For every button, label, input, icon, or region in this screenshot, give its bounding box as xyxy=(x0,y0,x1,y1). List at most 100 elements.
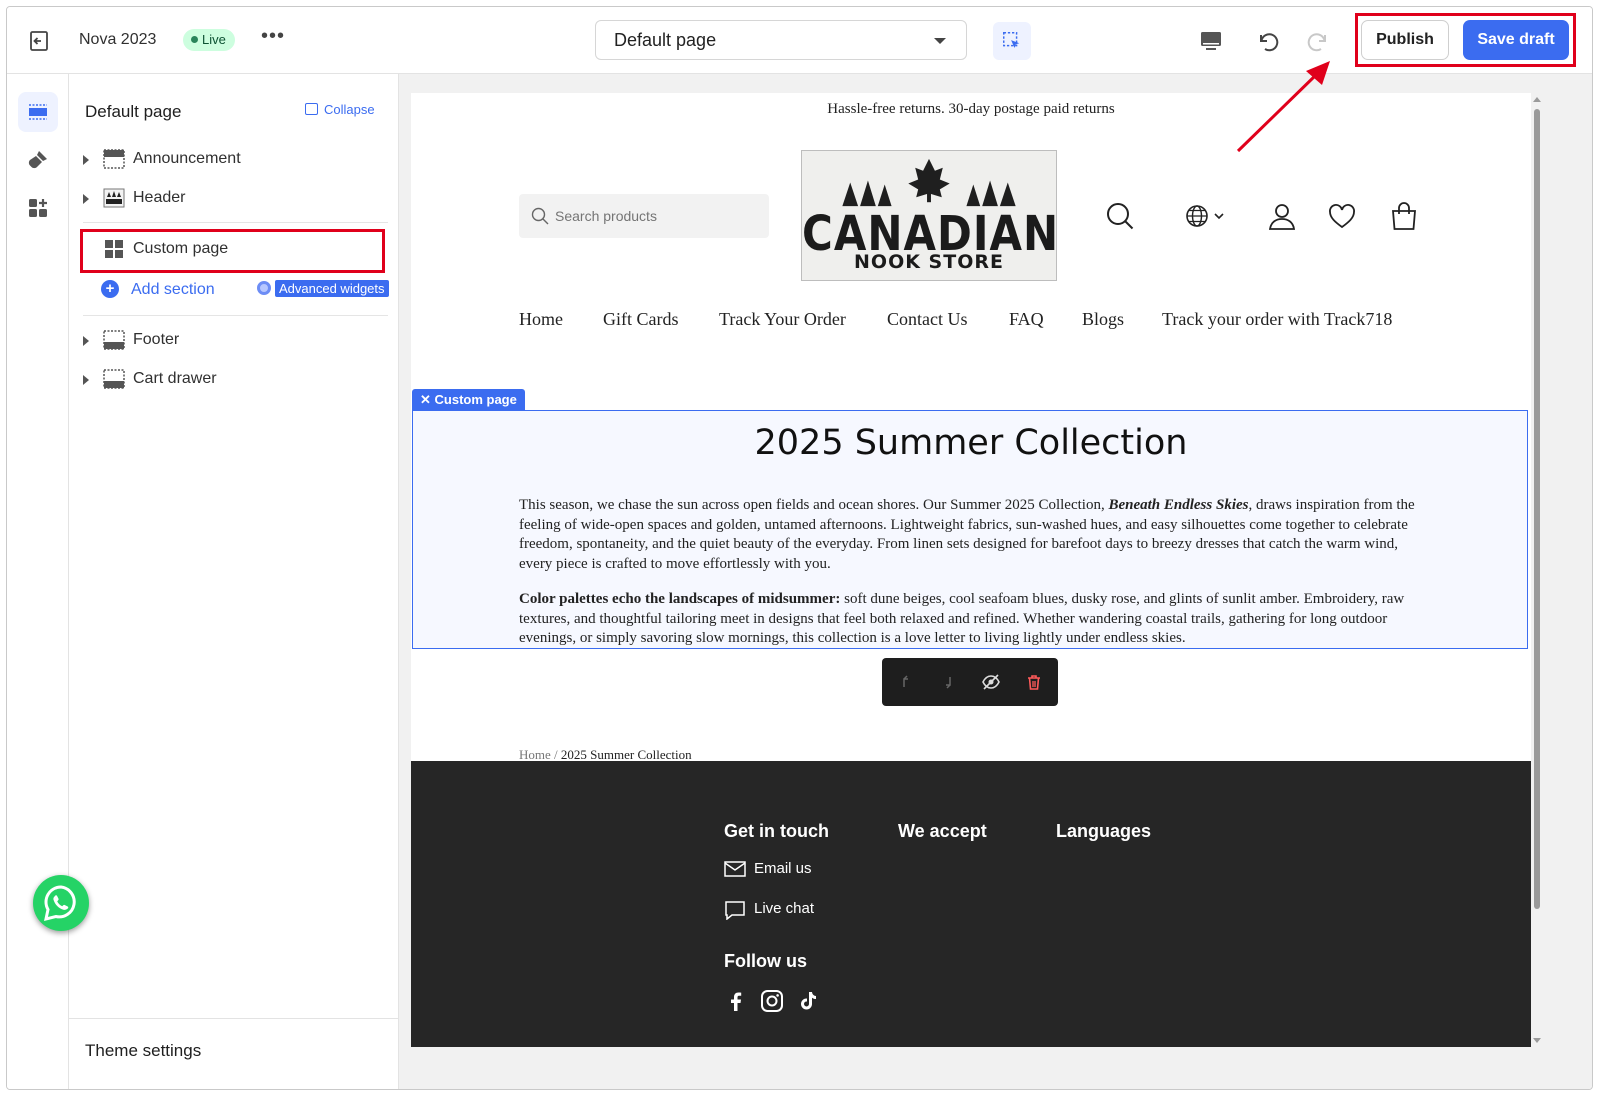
facebook-icon[interactable] xyxy=(724,989,748,1013)
emphasis-text: Beneath Endless Skies xyxy=(1108,497,1249,513)
radio-icon xyxy=(257,281,271,295)
footer-heading-contact: Get in touch xyxy=(724,821,829,841)
theme-style-tab[interactable] xyxy=(18,140,58,180)
hide-eye-icon[interactable] xyxy=(981,672,1001,692)
sections-tab[interactable] xyxy=(18,92,58,132)
breadcrumb-current: 2025 Summer Collection xyxy=(560,747,692,762)
sidebar-item-label: Header xyxy=(133,189,186,206)
section-tag-label: Custom page xyxy=(434,392,517,407)
page-selector[interactable]: Default page xyxy=(595,20,967,60)
sections-sidebar: Default page Collapse Announcement Heade… xyxy=(69,74,399,1089)
advanced-widgets-label: Advanced widgets xyxy=(275,280,389,297)
section-toolbar xyxy=(882,658,1058,706)
instagram-icon[interactable] xyxy=(760,989,784,1013)
section-icon xyxy=(103,149,125,169)
sidebar-item-header[interactable]: Header xyxy=(83,180,388,216)
more-actions-button[interactable]: ••• xyxy=(261,25,285,48)
theme-settings-row[interactable]: Theme settings xyxy=(69,1018,399,1089)
sidebar-item-footer[interactable]: Footer xyxy=(83,322,388,358)
page-title: 2025 Summer Collection xyxy=(754,423,1188,463)
footer-link-chat[interactable]: Live chat xyxy=(725,900,815,920)
breadcrumb-home[interactable]: Home xyxy=(519,747,551,762)
chevron-right-icon[interactable] xyxy=(83,375,89,385)
whatsapp-chat-button[interactable] xyxy=(33,875,89,931)
live-dot-icon xyxy=(191,36,198,43)
nav-link-contact[interactable]: Contact Us xyxy=(887,309,968,330)
store-logo[interactable]: CANADIAN NOOK STORE xyxy=(801,150,1058,281)
inspector-toggle[interactable] xyxy=(993,22,1031,60)
search-bar[interactable] xyxy=(519,194,769,238)
cart-bag-icon[interactable] xyxy=(1389,201,1419,231)
footer-heading-payments: We accept xyxy=(898,821,987,841)
plus-circle-icon: + xyxy=(101,280,119,298)
footer-heading-follow: Follow us xyxy=(724,951,807,971)
collapse-label: Collapse xyxy=(324,102,375,117)
preview-scrollbar[interactable] xyxy=(1532,93,1542,1047)
nav-link-track718[interactable]: Track your order with Track718 xyxy=(1162,309,1392,330)
divider xyxy=(83,222,388,223)
add-section-button[interactable]: + Add section xyxy=(101,278,215,302)
nav-link-home[interactable]: Home xyxy=(519,309,563,330)
select-element-icon xyxy=(1003,32,1020,49)
nav-link-blogs[interactable]: Blogs xyxy=(1082,309,1124,330)
advanced-widgets-button[interactable]: Advanced widgets xyxy=(257,279,389,299)
search-icon[interactable] xyxy=(1105,201,1135,231)
save-draft-button[interactable]: Save draft xyxy=(1463,20,1569,60)
bold-text: Color palettes echo the landscapes of mi… xyxy=(519,591,841,607)
move-up-icon[interactable] xyxy=(896,672,916,692)
apps-tab[interactable] xyxy=(18,188,58,228)
footer-link-label: Email us xyxy=(754,860,812,877)
left-rail xyxy=(7,74,69,1089)
page-selector-value: Default page xyxy=(614,30,717,50)
footer-link-label: Live chat xyxy=(754,900,815,917)
sidebar-item-label: Cart drawer xyxy=(133,370,217,387)
exit-icon[interactable] xyxy=(27,29,51,53)
chevron-right-icon[interactable] xyxy=(83,336,89,346)
whatsapp-icon xyxy=(44,885,76,922)
footer-heading-languages: Languages xyxy=(1056,821,1152,841)
paragraph-intro: This season, we chase the sun across ope… xyxy=(519,496,1419,574)
wishlist-heart-icon[interactable] xyxy=(1327,201,1357,231)
undo-icon[interactable] xyxy=(1253,27,1281,55)
paragraph-text: This season, we chase the sun across ope… xyxy=(519,497,1109,513)
breadcrumb-separator: / xyxy=(550,747,561,762)
nav-link-faq[interactable]: FAQ xyxy=(1009,309,1044,330)
chevron-right-icon[interactable] xyxy=(83,155,89,165)
scroll-down-icon[interactable] xyxy=(1532,1037,1542,1045)
sidebar-item-cart-drawer[interactable]: Cart drawer xyxy=(83,361,388,397)
storefront-preview: Hassle-free returns. 30-day postage paid… xyxy=(411,93,1531,1047)
logo-line-2: NOOK STORE xyxy=(854,251,1004,273)
scrollbar-thumb[interactable] xyxy=(1534,109,1540,909)
grid-icon xyxy=(105,240,123,258)
footer-link-email[interactable]: Email us xyxy=(724,860,812,877)
paragraph-palettes: Color palettes echo the landscapes of mi… xyxy=(519,590,1419,649)
redo-icon[interactable] xyxy=(1305,27,1333,55)
nav-link-track-order[interactable]: Track Your Order xyxy=(719,309,846,330)
nav-link-gift-cards[interactable]: Gift Cards xyxy=(603,309,679,330)
mail-icon xyxy=(724,861,746,877)
collapse-button[interactable]: Collapse xyxy=(305,102,375,117)
tiktok-icon[interactable] xyxy=(796,989,820,1013)
chevron-right-icon[interactable] xyxy=(83,194,89,204)
account-icon[interactable] xyxy=(1267,201,1297,231)
close-icon[interactable]: ✕ xyxy=(420,392,435,407)
section-tag[interactable]: ✕ Custom page xyxy=(412,389,525,410)
globe-language-icon[interactable] xyxy=(1183,201,1229,231)
section-icon xyxy=(103,369,125,389)
desktop-view-icon[interactable] xyxy=(1197,27,1225,55)
sidebar-item-label: Footer xyxy=(133,331,180,348)
search-input[interactable] xyxy=(555,194,755,238)
delete-trash-icon[interactable] xyxy=(1024,672,1044,692)
add-section-label: Add section xyxy=(131,281,215,298)
chat-bubble-icon xyxy=(725,901,745,920)
sidebar-item-custom-page[interactable]: Custom page xyxy=(83,231,388,267)
publish-button[interactable]: Publish xyxy=(1361,20,1449,60)
theme-settings-label[interactable]: Theme settings xyxy=(85,1041,201,1061)
theme-name: Nova 2023 xyxy=(79,31,157,48)
move-down-icon[interactable] xyxy=(938,672,958,692)
scroll-up-icon[interactable] xyxy=(1532,95,1542,103)
divider xyxy=(83,315,388,316)
top-bar: Nova 2023 Live ••• Default page Publish … xyxy=(7,7,1592,74)
editor-window: Nova 2023 Live ••• Default page Publish … xyxy=(6,6,1593,1090)
sidebar-item-announcement[interactable]: Announcement xyxy=(83,141,388,177)
